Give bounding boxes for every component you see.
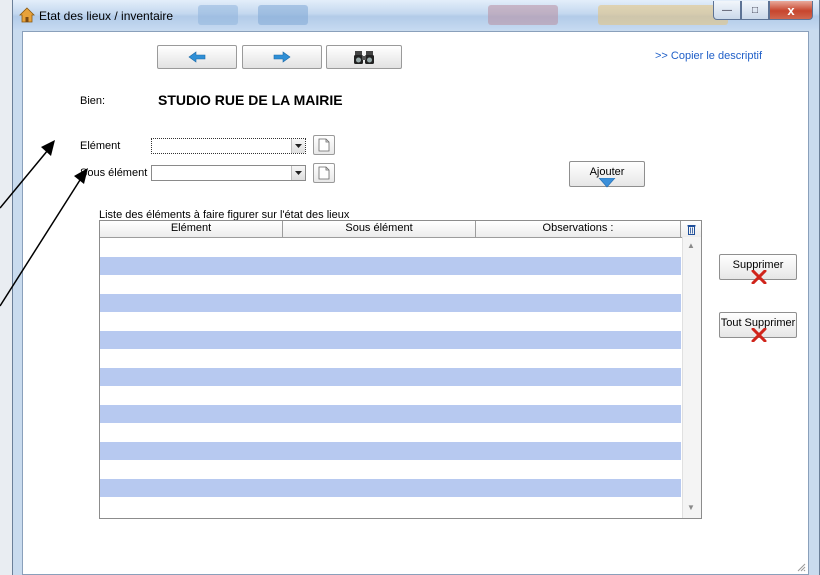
annotation-arrows	[0, 140, 88, 307]
